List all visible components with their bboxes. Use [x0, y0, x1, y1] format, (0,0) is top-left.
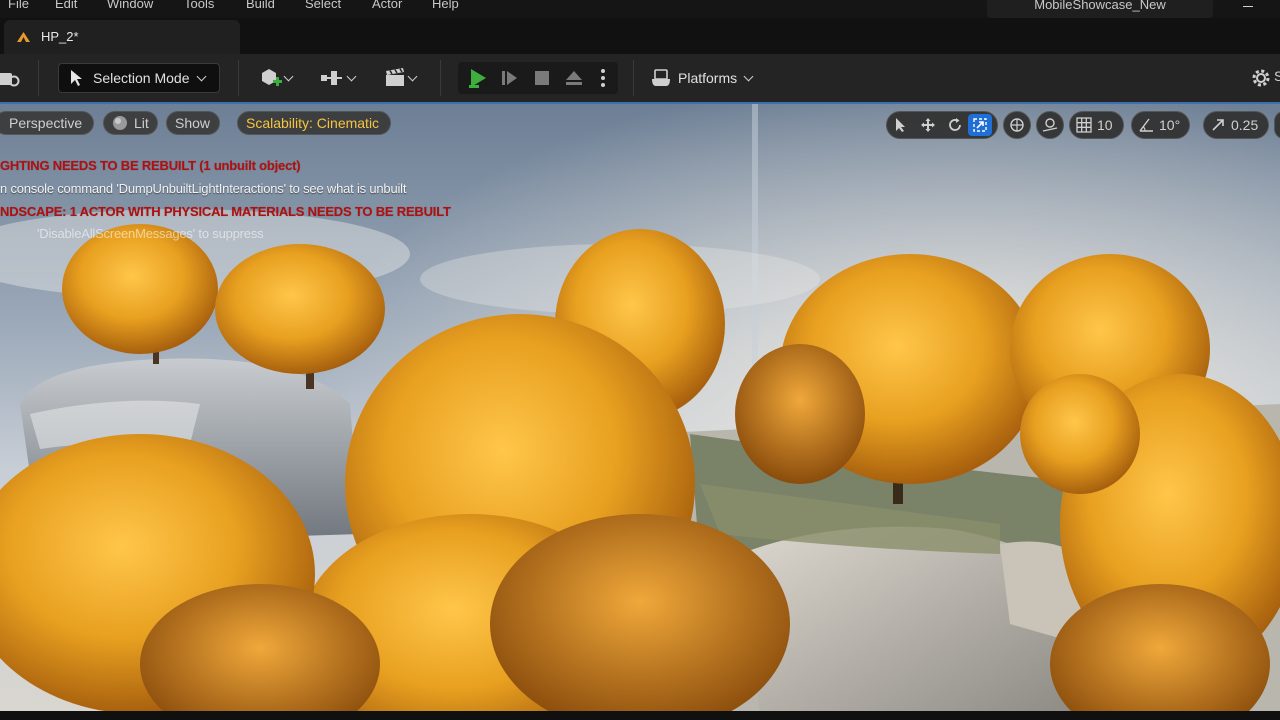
rotation-snap-toggle[interactable]: 10°	[1131, 111, 1190, 139]
viewport-options-cutoff[interactable]	[1274, 111, 1280, 139]
chevron-down-icon	[407, 71, 417, 81]
step-icon	[502, 71, 517, 85]
scalability-button[interactable]: Scalability: Cinematic	[237, 111, 391, 135]
bottom-panel-edge	[0, 711, 1280, 720]
selection-mode-icon	[71, 70, 82, 86]
lighting-rebuild-warning: GHTING NEEDS TO BE REBUILT (1 unbuilt ob…	[0, 158, 301, 173]
cinematics-button[interactable]	[378, 64, 420, 92]
tab-hp-2[interactable]: HP_2*	[4, 20, 240, 54]
show-button[interactable]: Show	[166, 111, 220, 135]
project-name-tab: MobileShowcase_New	[987, 0, 1213, 19]
select-tool-button[interactable]	[887, 112, 914, 138]
scale-snap-toggle[interactable]: 0.25	[1203, 111, 1269, 139]
level-icon	[17, 32, 30, 42]
landscape-rebuild-warning: NDSCAPE: 1 ACTOR WITH PHYSICAL MATERIALS…	[0, 204, 451, 219]
chevron-down-icon	[196, 71, 206, 81]
play-controls	[458, 62, 618, 94]
menu-file[interactable]: File	[8, 0, 29, 11]
surface-snap-icon	[1042, 118, 1058, 132]
lit-sphere-icon	[113, 116, 127, 130]
menu-tools[interactable]: Tools	[184, 0, 214, 11]
lit-button[interactable]: Lit	[103, 111, 158, 135]
add-actor-button[interactable]	[254, 64, 296, 92]
minimize-icon[interactable]	[1243, 6, 1253, 7]
scalability-label: Scalability: Cinematic	[246, 115, 380, 131]
perspective-button[interactable]: Perspective	[0, 111, 94, 135]
platforms-icon	[652, 69, 670, 86]
main-toolbar: Selection Mode Platforms S	[0, 54, 1280, 102]
platforms-dropdown[interactable]: Platforms	[650, 64, 760, 92]
rotate-tool-button[interactable]	[941, 112, 968, 138]
coordinate-system-icon	[1010, 118, 1024, 132]
platforms-label: Platforms	[678, 70, 738, 86]
menu-edit[interactable]: Edit	[55, 0, 77, 11]
add-actor-icon	[261, 69, 282, 86]
move-icon	[920, 118, 935, 132]
perspective-label: Perspective	[9, 115, 83, 131]
selection-mode-label: Selection Mode	[93, 70, 190, 86]
scale-tool-button[interactable]	[968, 114, 992, 136]
scale-snap-value: 0.25	[1231, 117, 1259, 133]
menu-actor[interactable]: Actor	[372, 0, 402, 11]
transform-tools	[886, 111, 998, 139]
chevron-down-icon	[346, 71, 356, 81]
grid-snap-value: 10	[1097, 117, 1113, 133]
project-name: MobileShowcase_New	[1034, 0, 1166, 12]
blueprint-icon	[320, 71, 342, 85]
lit-label: Lit	[134, 115, 149, 131]
settings-label-cutoff: S	[1274, 68, 1280, 84]
more-options-icon	[601, 69, 605, 87]
play-icon	[469, 69, 486, 88]
blueprint-button[interactable]	[316, 64, 358, 92]
selection-mode-dropdown[interactable]: Selection Mode	[58, 63, 220, 93]
translate-tool-button[interactable]	[914, 112, 941, 138]
menu-bar: File Edit Window Tools Build Select Acto…	[0, 0, 1280, 19]
world-local-toggle[interactable]	[1003, 111, 1031, 139]
cinematics-icon	[385, 68, 404, 86]
menu-select[interactable]: Select	[305, 0, 341, 11]
rotate-icon	[948, 118, 961, 131]
camera-icon[interactable]	[0, 66, 24, 90]
suppress-messages-hint: 'DisableAllScreenMessages' to suppress	[37, 226, 264, 241]
angle-icon	[1132, 112, 1159, 138]
more-options-button[interactable]	[592, 65, 614, 91]
scale-snap-icon	[1204, 112, 1231, 138]
eject-button[interactable]	[560, 65, 588, 91]
eject-icon	[566, 71, 582, 85]
chevron-down-icon	[743, 71, 754, 81]
scale-icon	[973, 118, 987, 132]
select-arrow-icon	[895, 118, 905, 132]
grid-icon	[1070, 112, 1097, 138]
document-tab-strip: HP_2*	[0, 18, 1280, 54]
stop-icon	[535, 71, 549, 85]
console-command-hint: n console command 'DumpUnbuiltLightInter…	[0, 181, 407, 196]
show-label: Show	[175, 115, 211, 131]
stop-button[interactable]	[528, 65, 556, 91]
menu-help[interactable]: Help	[432, 0, 459, 11]
settings-button[interactable]	[1248, 65, 1274, 91]
tab-label: HP_2*	[41, 29, 79, 44]
settings-icon	[1252, 69, 1270, 87]
chevron-down-icon	[283, 71, 293, 81]
step-button[interactable]	[496, 65, 524, 91]
menu-window[interactable]: Window	[107, 0, 153, 11]
grid-snap-toggle[interactable]: 10	[1069, 111, 1124, 139]
level-viewport[interactable]: Perspective Lit Show Scalability: Cinema…	[0, 102, 1280, 713]
play-button[interactable]	[464, 65, 492, 91]
surface-snap-toggle[interactable]	[1036, 111, 1064, 139]
menu-build[interactable]: Build	[246, 0, 275, 11]
rotation-snap-value: 10°	[1159, 117, 1181, 133]
